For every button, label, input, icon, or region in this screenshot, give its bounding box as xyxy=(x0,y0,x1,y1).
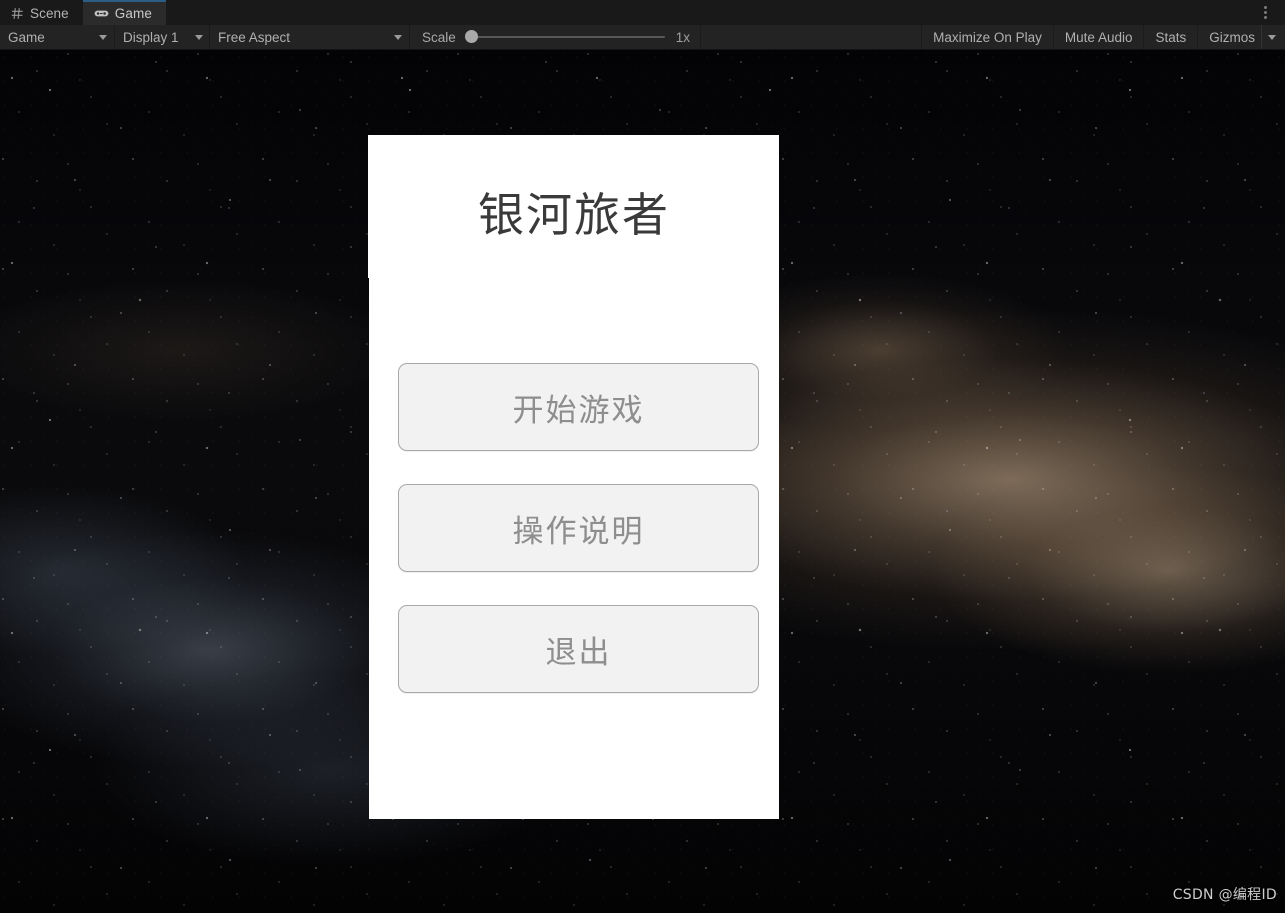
tab-game[interactable]: Game xyxy=(82,0,166,25)
unity-editor-window: Scene Game Game Display 1 Free Aspect Sc… xyxy=(0,0,1285,913)
gizmos-label: Gizmos xyxy=(1209,29,1255,45)
chevron-down-icon xyxy=(394,34,402,40)
instructions-button-label: 操作说明 xyxy=(512,513,645,550)
aspect-ratio-dropdown[interactable]: Free Aspect xyxy=(210,25,410,49)
gizmos-toggle[interactable]: Gizmos xyxy=(1197,25,1261,49)
mute-audio-label: Mute Audio xyxy=(1064,29,1133,45)
scale-slider-group[interactable]: Scale 1x xyxy=(410,25,702,49)
kebab-menu-icon[interactable] xyxy=(1253,0,1277,25)
chevron-down-icon xyxy=(99,34,107,40)
target-display-group-dropdown[interactable]: Game xyxy=(0,25,115,49)
scale-slider[interactable] xyxy=(464,30,665,44)
instructions-button[interactable]: 操作说明 xyxy=(398,484,759,572)
start-game-button-label: 开始游戏 xyxy=(512,392,645,429)
chevron-down-icon xyxy=(1268,34,1276,40)
tab-game-label: Game xyxy=(114,6,152,21)
game-title: 银河旅者 xyxy=(478,188,670,242)
grid-icon xyxy=(11,7,24,20)
display-value: Display 1 xyxy=(123,29,179,45)
maximize-on-play-toggle[interactable]: Maximize On Play xyxy=(921,25,1053,49)
chevron-down-icon xyxy=(194,34,203,40)
main-menu-button-list: 开始游戏 操作说明 退出 xyxy=(398,363,759,693)
target-display-group-value: Game xyxy=(8,29,45,45)
main-menu-panel: 银河旅者 开始游戏 操作说明 退出 xyxy=(369,135,779,819)
game-view-toolbar: Game Display 1 Free Aspect Scale 1x Maxi… xyxy=(0,25,1285,50)
mute-audio-toggle[interactable]: Mute Audio xyxy=(1052,25,1144,49)
scale-slider-track xyxy=(464,36,665,38)
start-game-button[interactable]: 开始游戏 xyxy=(398,363,759,451)
scale-label: Scale xyxy=(422,29,456,45)
editor-tab-strip: Scene Game xyxy=(0,0,1285,25)
quit-button[interactable]: 退出 xyxy=(398,605,759,693)
maximize-on-play-label: Maximize On Play xyxy=(933,29,1042,45)
scale-slider-handle[interactable] xyxy=(464,30,478,43)
game-render-area: 银河旅者 开始游戏 操作说明 退出 CSDN @编程ID xyxy=(0,50,1285,913)
quit-button-label: 退出 xyxy=(545,634,612,671)
scale-value: 1x xyxy=(675,29,691,45)
tab-scene-label: Scene xyxy=(30,6,69,21)
tab-scene[interactable]: Scene xyxy=(0,0,83,25)
gizmos-dropdown-button[interactable] xyxy=(1261,25,1285,49)
toolbar-right-group: Maximize On Play Mute Audio Stats Gizmos xyxy=(921,25,1285,49)
display-dropdown[interactable]: Display 1 xyxy=(115,25,210,49)
gamepad-icon xyxy=(94,7,109,20)
aspect-ratio-value: Free Aspect xyxy=(218,29,291,45)
stats-label: Stats xyxy=(1155,29,1187,45)
stats-toggle[interactable]: Stats xyxy=(1143,25,1197,49)
